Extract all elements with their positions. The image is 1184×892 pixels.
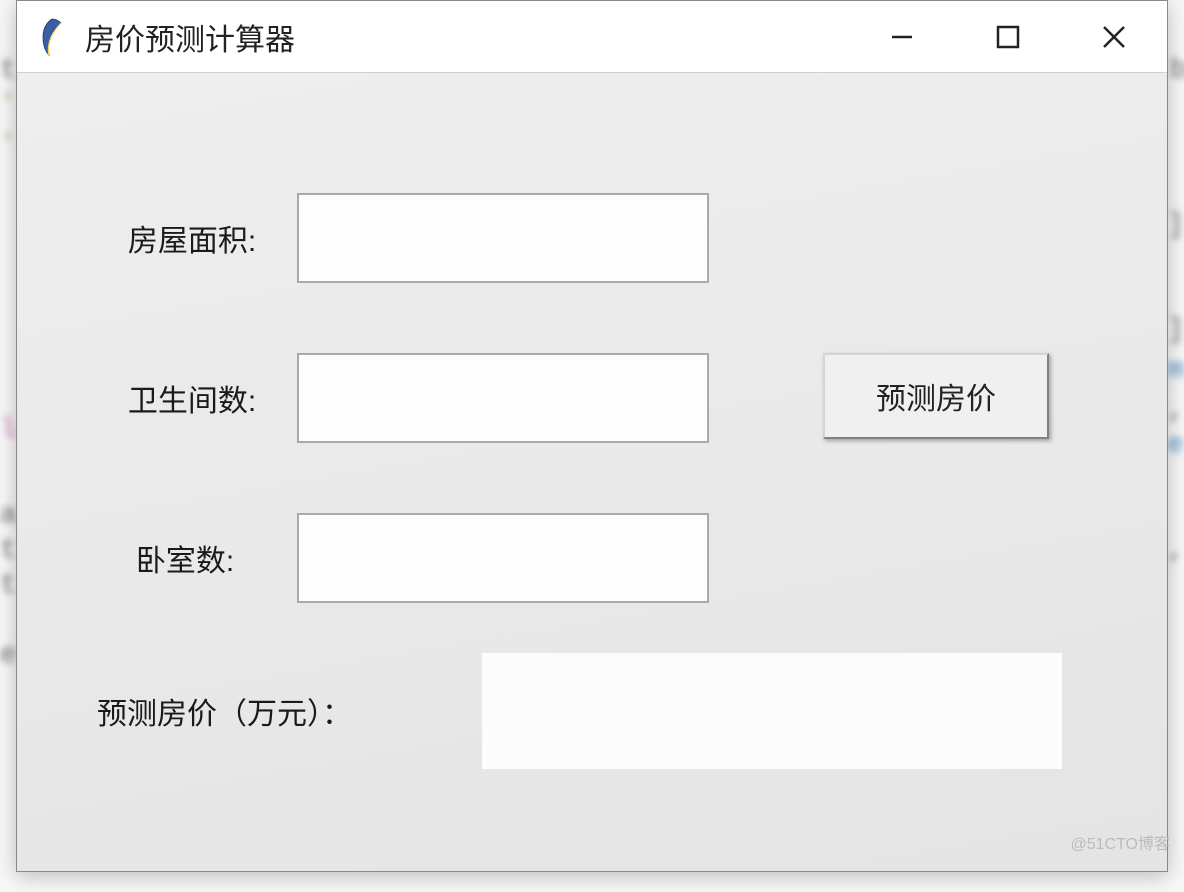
bathrooms-row: 卫生间数:: [117, 353, 709, 443]
app-window: 房价预测计算器 房屋面积: 卫生间数: 预测房价 卧: [16, 0, 1168, 872]
bathrooms-label: 卫生间数:: [117, 376, 267, 420]
bedrooms-input[interactable]: [297, 513, 709, 603]
minimize-button[interactable]: [849, 1, 955, 73]
result-row: 预测房价（万元）：: [97, 653, 1062, 769]
area-input[interactable]: [297, 193, 709, 283]
result-output: [482, 653, 1062, 769]
area-label: 房屋面积:: [117, 216, 267, 260]
bedrooms-label: 卧室数:: [125, 536, 245, 580]
predict-button[interactable]: 预测房价: [823, 353, 1049, 439]
watermark: @51CTO博客: [1070, 830, 1170, 854]
bathrooms-input[interactable]: [297, 353, 709, 443]
maximize-button[interactable]: [955, 1, 1061, 73]
app-icon: [37, 17, 67, 57]
window-content: 房屋面积: 卫生间数: 预测房价 卧室数: 预测房价（万元）：: [17, 73, 1167, 871]
titlebar: 房价预测计算器: [17, 1, 1167, 73]
bedrooms-row: 卧室数:: [125, 513, 709, 603]
window-title: 房价预测计算器: [85, 15, 295, 59]
result-label: 预测房价（万元）：: [97, 689, 352, 733]
window-controls: [849, 1, 1167, 73]
close-button[interactable]: [1061, 1, 1167, 73]
area-row: 房屋面积:: [117, 193, 709, 283]
